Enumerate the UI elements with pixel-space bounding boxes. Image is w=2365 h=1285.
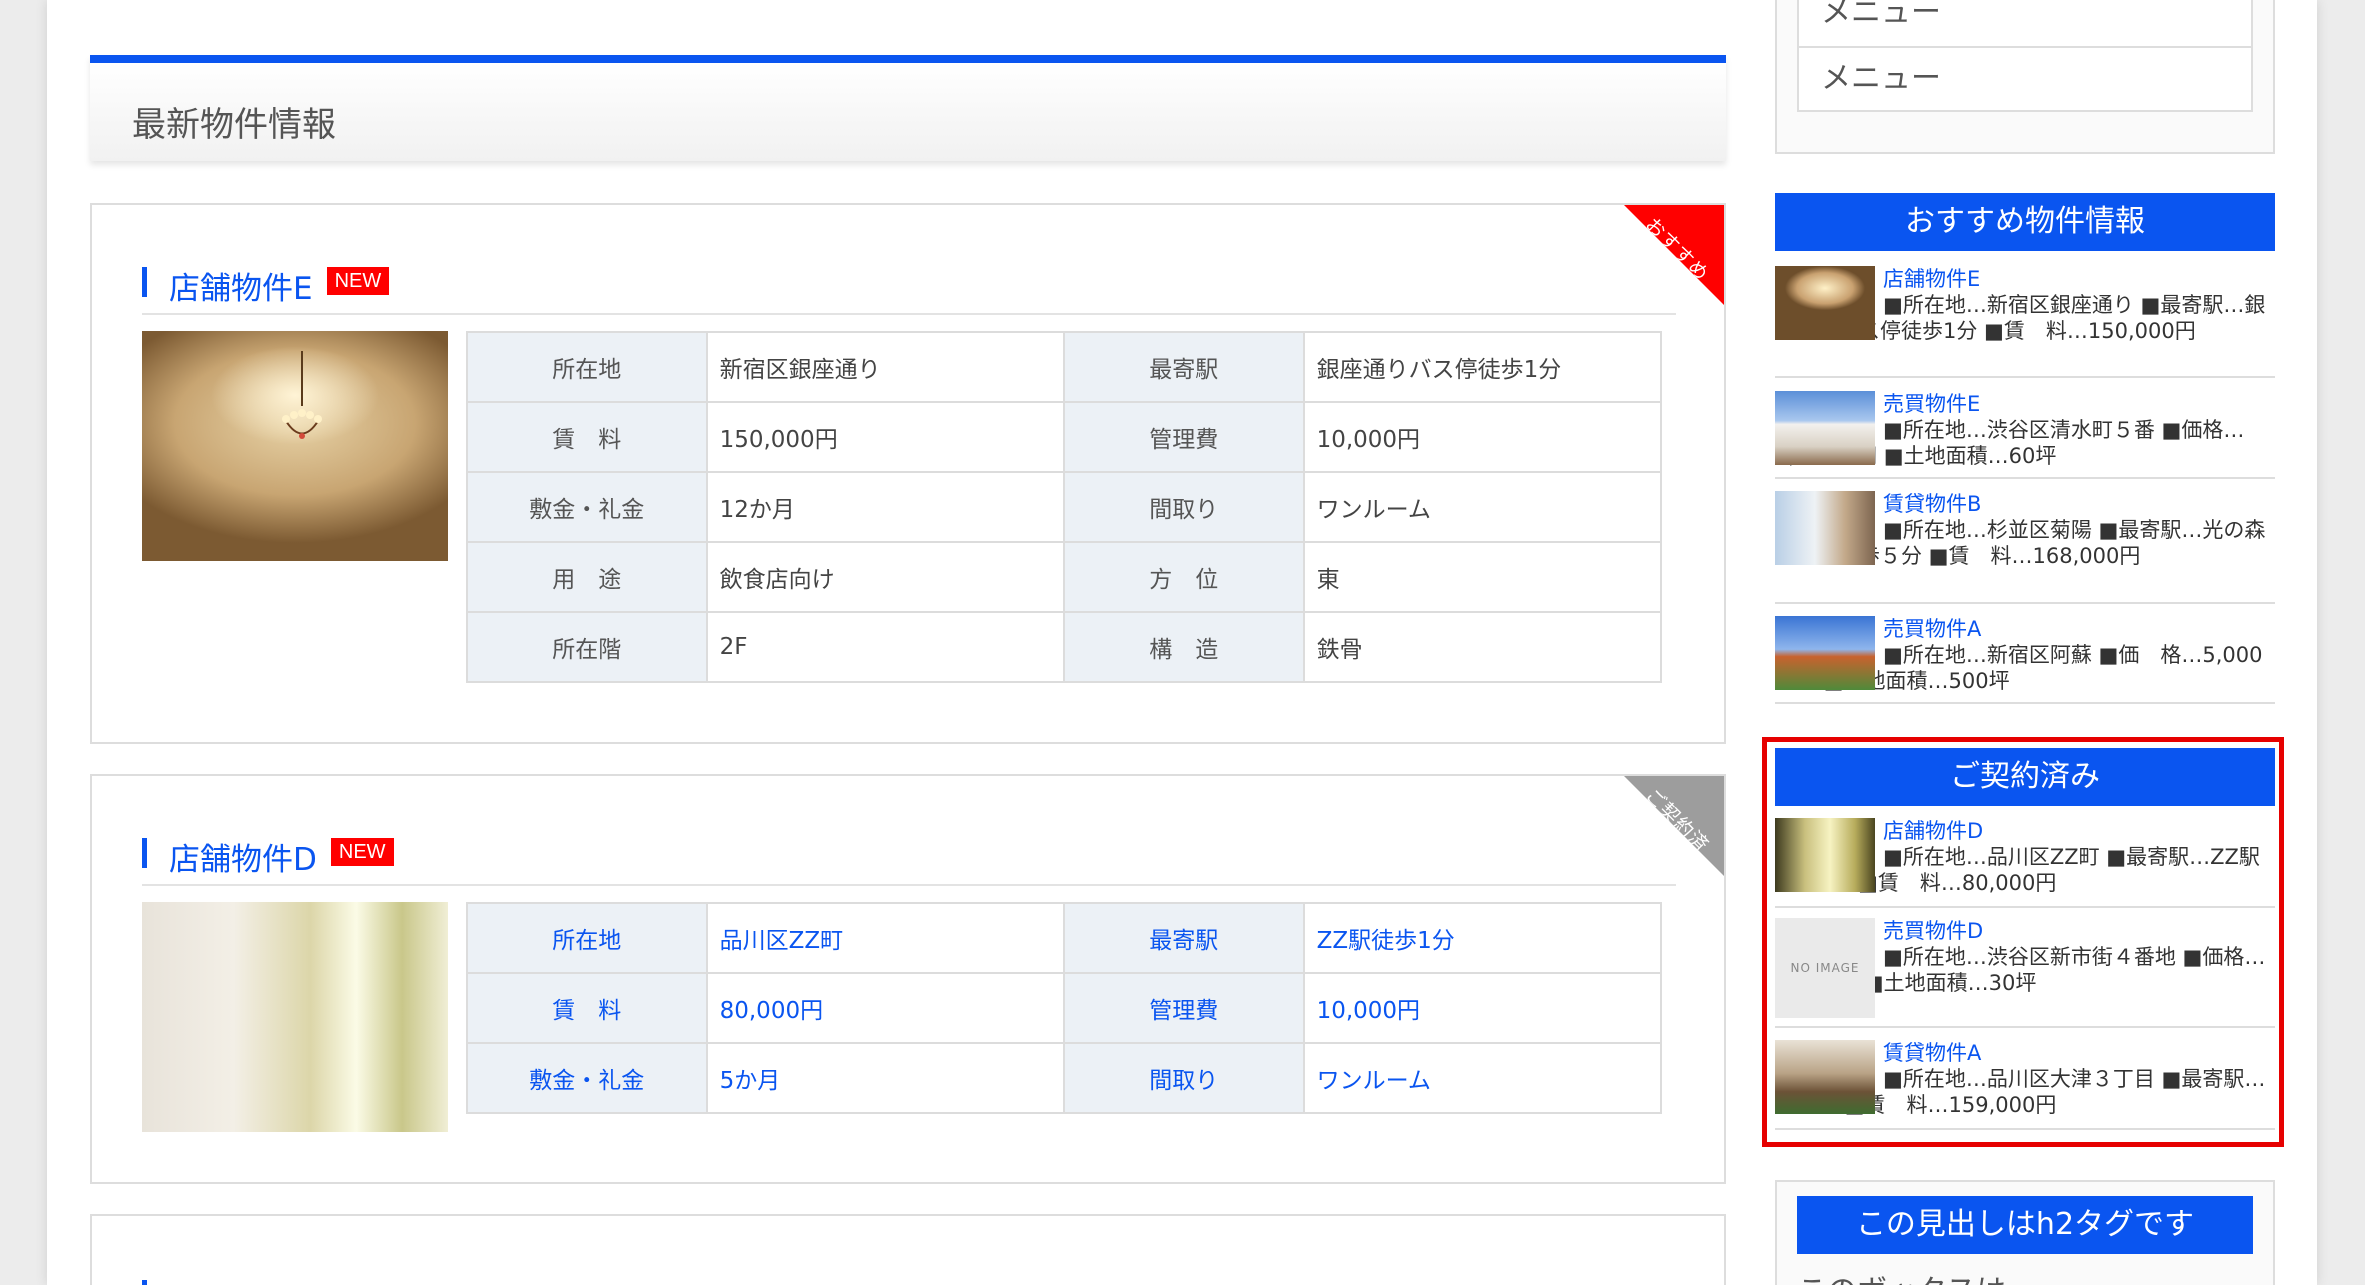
spec-label[interactable]: 敷金・礼金 [466,1042,708,1114]
spec-value[interactable]: 5か月 [705,1042,1066,1114]
title-bar [142,267,147,297]
spec-label: 所在地 [466,331,708,403]
spec-label[interactable]: 間取り [1063,1042,1305,1114]
table-row: 敷金・礼金 12か月 間取り ワンルーム [466,471,1663,543]
spec-value: 鉄骨 [1302,611,1663,683]
h2-box-text: このボックスは [1797,1266,2006,1285]
property-card: おすすめ 店舗物件E NEW 所在地 新宿区銀座通り 最寄駅 銀座通りバス停徒歩… [90,203,1726,744]
property-name[interactable]: 店舗物件D [169,834,317,879]
no-image-thumb[interactable]: NO IMAGE [1775,918,1875,1018]
property-thumb[interactable] [1775,391,1875,465]
list-item[interactable]: NO IMAGE 売買物件D ■所在地…渋谷区新市街４番地 ■価格…800万円 … [1775,918,2275,1028]
spec-value: 12か月 [705,471,1066,543]
list-item[interactable]: 賃貸物件A ■所在地…品川区大津３丁目 ■最寄駅…大津駅 ■賃 料…159,00… [1775,1040,2275,1130]
property-name[interactable]: 店舗物件E [169,263,313,308]
spec-value: 150,000円 [705,401,1066,473]
spec-value: 新宿区銀座通り [705,331,1066,403]
property-photo[interactable] [142,331,448,561]
new-badge: NEW [330,838,394,866]
spec-label[interactable]: 管理費 [1063,972,1305,1044]
item-title[interactable]: 店舗物件E [1883,266,1980,292]
property-card: ご契約済 店舗物件D NEW 所在地 品川区ZZ町 最寄駅 ZZ駅徒歩1分 賃 … [90,774,1726,1184]
spec-value: 10,000円 [1302,401,1663,473]
spec-label: 所在階 [466,611,708,683]
spec-value: 2F [705,611,1066,683]
spec-label: 構 造 [1063,611,1305,683]
spec-value: 飲食店向け [705,541,1066,613]
spec-label: 最寄駅 [1063,331,1305,403]
spec-value: 東 [1302,541,1663,613]
title-bar [142,1280,147,1285]
property-thumb[interactable] [1775,266,1875,340]
h2-heading: この見出しはh2タグです [1797,1196,2253,1254]
list-item[interactable]: 売買物件E ■所在地…渋谷区清水町５番 ■価格…2,750万円 ■土地面積…60… [1775,391,2275,479]
menu-box: メニュー メニュー [1775,0,2275,154]
section-title: 最新物件情報 [90,55,1726,161]
property-thumb[interactable] [1775,818,1875,892]
item-title[interactable]: 店舗物件D [1883,818,1983,844]
list-item[interactable]: 賃貸物件B ■所在地…杉並区菊陽 ■最寄駅…光の森バス停徒歩５分 ■賃 料…16… [1775,491,2275,604]
property-thumb[interactable] [1775,616,1875,690]
spec-value: 銀座通りバス停徒歩1分 [1302,331,1663,403]
table-row[interactable]: 賃 料 80,000円 管理費 10,000円 [466,972,1663,1044]
property-spec-table: 所在地 品川区ZZ町 最寄駅 ZZ駅徒歩1分 賃 料 80,000円 管理費 1… [466,902,1663,1114]
spec-label: 管理費 [1063,401,1305,473]
table-row: 所在地 新宿区銀座通り 最寄駅 銀座通りバス停徒歩1分 [466,331,1663,403]
item-title[interactable]: 売買物件A [1883,616,1981,642]
recommended-heading: おすすめ物件情報 [1775,193,2275,251]
spec-label[interactable]: 所在地 [466,902,708,974]
table-row: 所在階 2F 構 造 鉄骨 [466,611,1663,683]
item-title[interactable]: 売買物件D [1883,918,1983,944]
item-title[interactable]: 賃貸物件B [1883,491,1981,517]
title-bar [142,838,147,868]
spec-label: 方 位 [1063,541,1305,613]
h2-box: この見出しはh2タグです このボックスは [1775,1180,2275,1285]
table-row[interactable]: 敷金・礼金 5か月 間取り ワンルーム [466,1042,1663,1114]
item-title[interactable]: 売買物件E [1883,391,1980,417]
menu-item[interactable]: メニュー [1797,46,2253,112]
spec-value[interactable]: ワンルーム [1302,1042,1663,1114]
spec-value[interactable]: 10,000円 [1302,972,1663,1044]
spec-label[interactable]: 賃 料 [466,972,708,1044]
table-row: 用 途 飲食店向け 方 位 東 [466,541,1663,613]
new-badge: NEW [326,267,390,295]
contracted-heading: ご契約済み [1775,748,2275,806]
list-item[interactable]: 売買物件A ■所在地…新宿区阿蘇 ■価 格…5,000万円 ■土地面積…500坪 [1775,616,2275,704]
spec-label: 用 途 [466,541,708,613]
spec-label[interactable]: 最寄駅 [1063,902,1305,974]
property-thumb[interactable] [1775,491,1875,565]
spec-value[interactable]: 80,000円 [705,972,1066,1044]
spec-label: 間取り [1063,471,1305,543]
menu-item[interactable]: メニュー [1797,0,2253,48]
property-photo[interactable] [142,902,448,1132]
table-row: 賃 料 150,000円 管理費 10,000円 [466,401,1663,473]
list-item[interactable]: 店舗物件E ■所在地…新宿区銀座通り ■最寄駅…銀座通りバス停徒歩1分 ■賃 料… [1775,266,2275,378]
table-row[interactable]: 所在地 品川区ZZ町 最寄駅 ZZ駅徒歩1分 [466,902,1663,974]
property-thumb[interactable] [1775,1040,1875,1114]
item-title[interactable]: 賃貸物件A [1883,1040,1981,1066]
property-title[interactable]: 店舗物件E NEW [142,263,1676,315]
list-item[interactable]: 店舗物件D ■所在地…品川区ZZ町 ■最寄駅…ZZ駅徒歩1分 ■賃 料…80,0… [1775,818,2275,908]
spec-value[interactable]: ZZ駅徒歩1分 [1302,902,1663,974]
property-title[interactable]: 店舗物件D NEW [142,834,1676,886]
property-title[interactable] [142,1276,1676,1285]
chandelier-icon [282,351,322,439]
spec-value[interactable]: 品川区ZZ町 [705,902,1066,974]
spec-value: ワンルーム [1302,471,1663,543]
property-spec-table: 所在地 新宿区銀座通り 最寄駅 銀座通りバス停徒歩1分 賃 料 150,000円… [466,331,1663,683]
spec-label: 賃 料 [466,401,708,473]
spec-label: 敷金・礼金 [466,471,708,543]
property-card [90,1214,1726,1285]
